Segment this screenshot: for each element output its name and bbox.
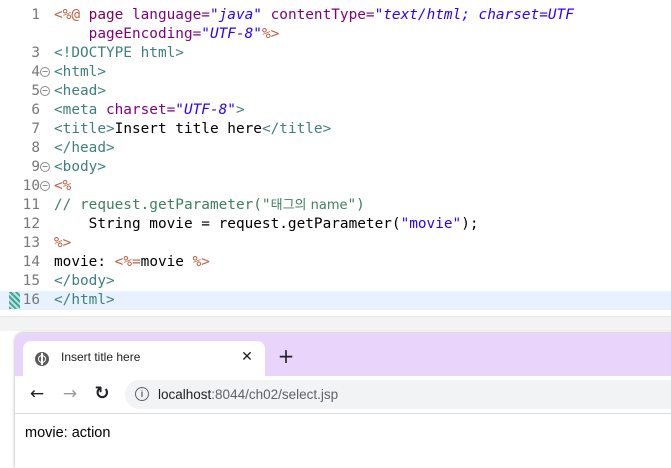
code-line-15[interactable]: 15 </body>	[0, 272, 671, 291]
line-gutter: 13	[22, 235, 40, 251]
line-gutter: 5	[0, 82, 52, 101]
code-line-11[interactable]: 11 // request.getParameter("태그의 name")	[0, 196, 671, 215]
forward-button[interactable]: →	[60, 384, 80, 404]
info-icon[interactable]: i	[135, 387, 149, 401]
line-gutter: 16	[0, 291, 52, 310]
change-marker-icon	[9, 292, 20, 309]
code-line-3[interactable]: 3 <!DOCTYPE html>	[0, 44, 671, 63]
code-line-10[interactable]: 10 <%	[0, 177, 671, 196]
line-gutter: 15	[22, 273, 40, 289]
tab-title: Insert title here	[61, 350, 141, 364]
new-tab-button[interactable]: +	[277, 346, 295, 366]
line-gutter: 10	[0, 177, 52, 196]
code-line-14[interactable]: 14 movie: <%=movie %>	[0, 253, 671, 272]
line-gutter: 7	[31, 121, 40, 137]
address-bar[interactable]: i localhost:8044/ch02/select.jsp	[125, 380, 671, 409]
code-line-8[interactable]: 8 </head>	[0, 139, 671, 158]
browser-window: Insert title here ✕ + ← → ↻ i localhost:…	[15, 333, 671, 468]
code-line-16[interactable]: 16 </html>	[0, 291, 671, 310]
line-gutter: 1	[31, 7, 40, 23]
code-editor[interactable]: 1 <%@ page language="java" contentType="…	[0, 0, 671, 331]
code-line-4[interactable]: 4 <html>	[0, 63, 671, 82]
code-line-12[interactable]: 12 String movie = request.getParameter("…	[0, 215, 671, 234]
line-gutter: 9	[0, 158, 52, 177]
fold-icon[interactable]	[40, 162, 50, 172]
line-gutter: 11	[22, 197, 40, 213]
code-line-7[interactable]: 7 <title>Insert title here</title>	[0, 120, 671, 139]
line-gutter	[0, 25, 52, 44]
fold-icon[interactable]	[40, 181, 50, 191]
browser-tab-active[interactable]: Insert title here ✕	[23, 341, 265, 376]
fold-icon[interactable]	[40, 86, 50, 96]
close-icon[interactable]: ✕	[239, 349, 255, 365]
line-gutter: 8	[31, 140, 40, 156]
line-gutter: 3	[31, 45, 40, 61]
page-body-text: movie: action	[25, 425, 111, 441]
back-button[interactable]: ←	[27, 384, 47, 404]
code-line-13[interactable]: 13 %>	[0, 234, 671, 253]
code-line-6[interactable]: 6 <meta charset="UTF-8">	[0, 101, 671, 120]
line-gutter: 14	[22, 254, 40, 270]
fold-icon[interactable]	[40, 67, 50, 77]
reload-button[interactable]: ↻	[92, 384, 112, 404]
url-text[interactable]: localhost:8044/ch02/select.jsp	[158, 387, 338, 402]
code-line-5[interactable]: 5 <head>	[0, 82, 671, 101]
line-gutter: 4	[0, 63, 52, 82]
editor-horizontal-scrollbar[interactable]	[0, 316, 671, 331]
tab-strip: Insert title here ✕ +	[15, 333, 671, 376]
code-line-1[interactable]: 1 <%@ page language="java" contentType="…	[0, 6, 671, 25]
code-line-2[interactable]: pageEncoding="UTF-8"%>	[0, 25, 671, 44]
code-line-9[interactable]: 9 <body>	[0, 158, 671, 177]
browser-toolbar: ← → ↻ i localhost:8044/ch02/select.jsp	[15, 376, 671, 414]
globe-icon	[35, 352, 49, 366]
line-gutter: 12	[22, 216, 40, 232]
line-gutter: 6	[31, 102, 40, 118]
